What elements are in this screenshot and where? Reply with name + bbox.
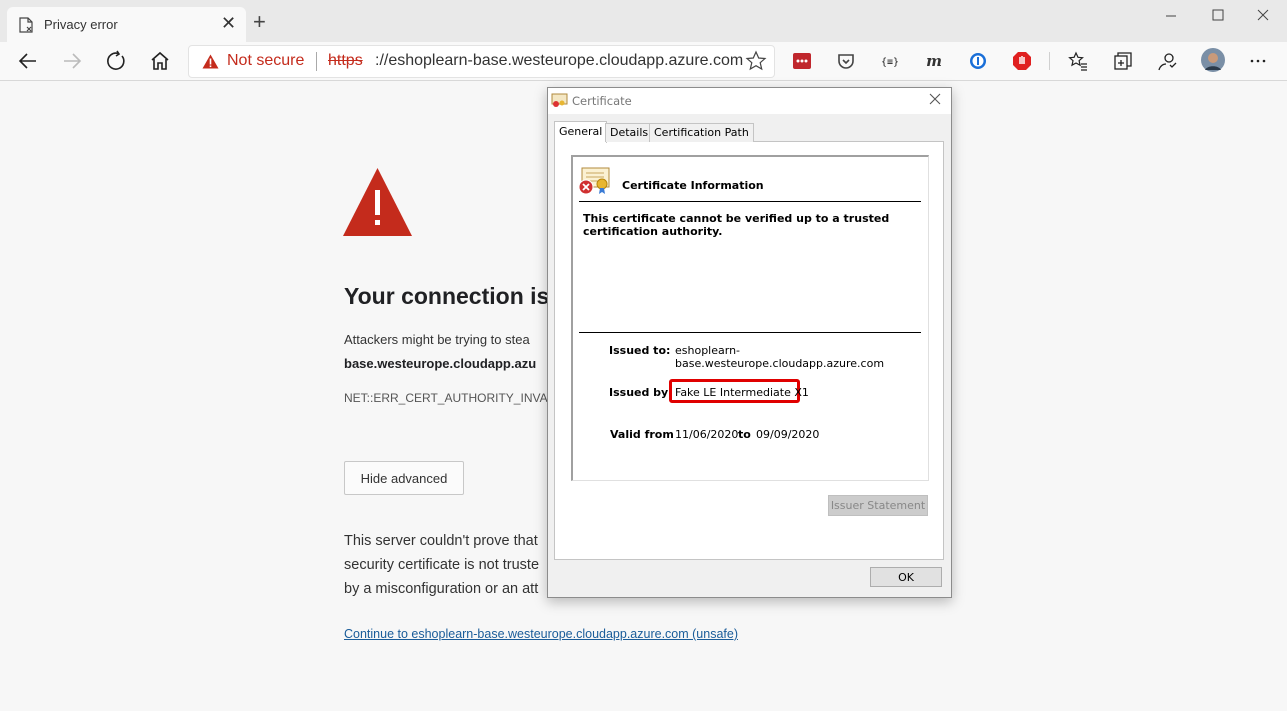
- general-tab-panel: Certificate Information This certificate…: [554, 141, 944, 560]
- advanced-text-line: This server couldn't prove that: [344, 533, 538, 549]
- valid-from-label: Valid from: [610, 428, 674, 441]
- hide-advanced-button[interactable]: Hide advanced: [344, 461, 464, 495]
- minimize-icon[interactable]: [1148, 6, 1194, 26]
- certificate-error-icon: [578, 167, 610, 195]
- adblock-extension-icon[interactable]: [1012, 51, 1032, 71]
- certificate-icon: [551, 93, 568, 107]
- certificate-dialog: Certificate Certificate Information This…: [547, 87, 952, 598]
- new-tab-button[interactable]: +: [253, 11, 266, 33]
- address-bar[interactable]: Not secure https ://eshoplearn-base.west…: [188, 45, 775, 78]
- window-close-icon[interactable]: [1240, 6, 1286, 26]
- url-host: ://eshoplearn-base.westeurope.cloudapp.a…: [375, 52, 744, 69]
- divider: [579, 332, 921, 333]
- tab-privacy-error[interactable]: Privacy error ✕: [7, 7, 246, 42]
- issuer-statement-button[interactable]: Issuer Statement: [828, 495, 928, 516]
- tab-close-icon[interactable]: ✕: [221, 13, 236, 33]
- more-menu-icon[interactable]: [1248, 51, 1268, 71]
- error-heading: Your connection is: [344, 283, 550, 309]
- page-error-icon: [19, 17, 33, 38]
- json-viewer-extension-icon[interactable]: {≡}: [880, 51, 900, 71]
- warning-triangle-icon: [343, 168, 412, 236]
- svg-text:m: m: [926, 52, 942, 70]
- refresh-icon[interactable]: [104, 49, 128, 73]
- pocket-extension-icon[interactable]: [836, 51, 856, 71]
- toolbar-divider: [1049, 52, 1050, 70]
- url-scheme: https: [328, 52, 363, 69]
- dialog-close-icon[interactable]: [928, 92, 942, 106]
- dialog-title: Certificate: [572, 94, 632, 108]
- error-host: base.westeurope.cloudapp.azu: [344, 356, 537, 371]
- valid-from-date: 11/06/2020: [675, 428, 739, 441]
- home-icon[interactable]: [148, 49, 172, 73]
- lastpass-extension-icon[interactable]: [792, 51, 812, 71]
- issued-to-label: Issued to:: [609, 344, 671, 357]
- certificate-info-box: Certificate Information This certificate…: [571, 155, 929, 481]
- tab-general[interactable]: General: [554, 121, 608, 143]
- favorite-star-icon[interactable]: [745, 50, 767, 72]
- feedback-icon[interactable]: [1157, 51, 1177, 71]
- certificate-warning-message: This certificate cannot be verified up t…: [583, 212, 890, 238]
- advanced-text-line: by a misconfiguration or an att: [344, 581, 539, 597]
- tab-details[interactable]: Details: [605, 123, 654, 142]
- tab-strip: Privacy error ✕ +: [0, 0, 1287, 42]
- tab-certification-path[interactable]: Certification Path: [649, 123, 754, 142]
- error-description: Attackers might be trying to stea: [344, 332, 530, 347]
- certificate-info-title: Certificate Information: [622, 179, 764, 192]
- warning-icon[interactable]: [202, 54, 219, 69]
- issued-by-label: Issued by:: [609, 386, 673, 399]
- back-icon[interactable]: [16, 49, 40, 73]
- not-secure-label[interactable]: Not secure: [227, 52, 304, 70]
- error-code: NET::ERR_CERT_AUTHORITY_INVALI: [344, 391, 558, 405]
- tab-title: Privacy error: [44, 17, 118, 32]
- issued-by-value: Fake LE Intermediate X1: [675, 386, 809, 399]
- dialog-titlebar[interactable]: Certificate: [548, 88, 951, 114]
- divider: [579, 201, 921, 202]
- svg-text:{≡}: {≡}: [881, 57, 899, 68]
- maximize-icon[interactable]: [1194, 6, 1240, 26]
- address-divider: [316, 52, 317, 71]
- valid-to-date: 09/09/2020: [756, 428, 820, 441]
- favorites-icon[interactable]: [1068, 51, 1088, 71]
- 1password-extension-icon[interactable]: [968, 51, 988, 71]
- ok-button[interactable]: OK: [870, 567, 942, 587]
- collections-icon[interactable]: [1113, 51, 1133, 71]
- profile-avatar[interactable]: [1201, 48, 1225, 72]
- issued-to-value: eshoplearn-: [675, 344, 741, 357]
- mercury-extension-icon[interactable]: m: [924, 51, 944, 71]
- valid-to-label: to: [738, 428, 751, 441]
- continue-unsafe-link[interactable]: Continue to eshoplearn-base.westeurope.c…: [344, 627, 738, 641]
- advanced-text-line: security certificate is not truste: [344, 557, 540, 573]
- issued-to-value: base.westeurope.cloudapp.azure.com: [675, 357, 885, 370]
- forward-icon[interactable]: [60, 49, 84, 73]
- navigation-toolbar: Not secure https ://eshoplearn-base.west…: [0, 42, 1287, 81]
